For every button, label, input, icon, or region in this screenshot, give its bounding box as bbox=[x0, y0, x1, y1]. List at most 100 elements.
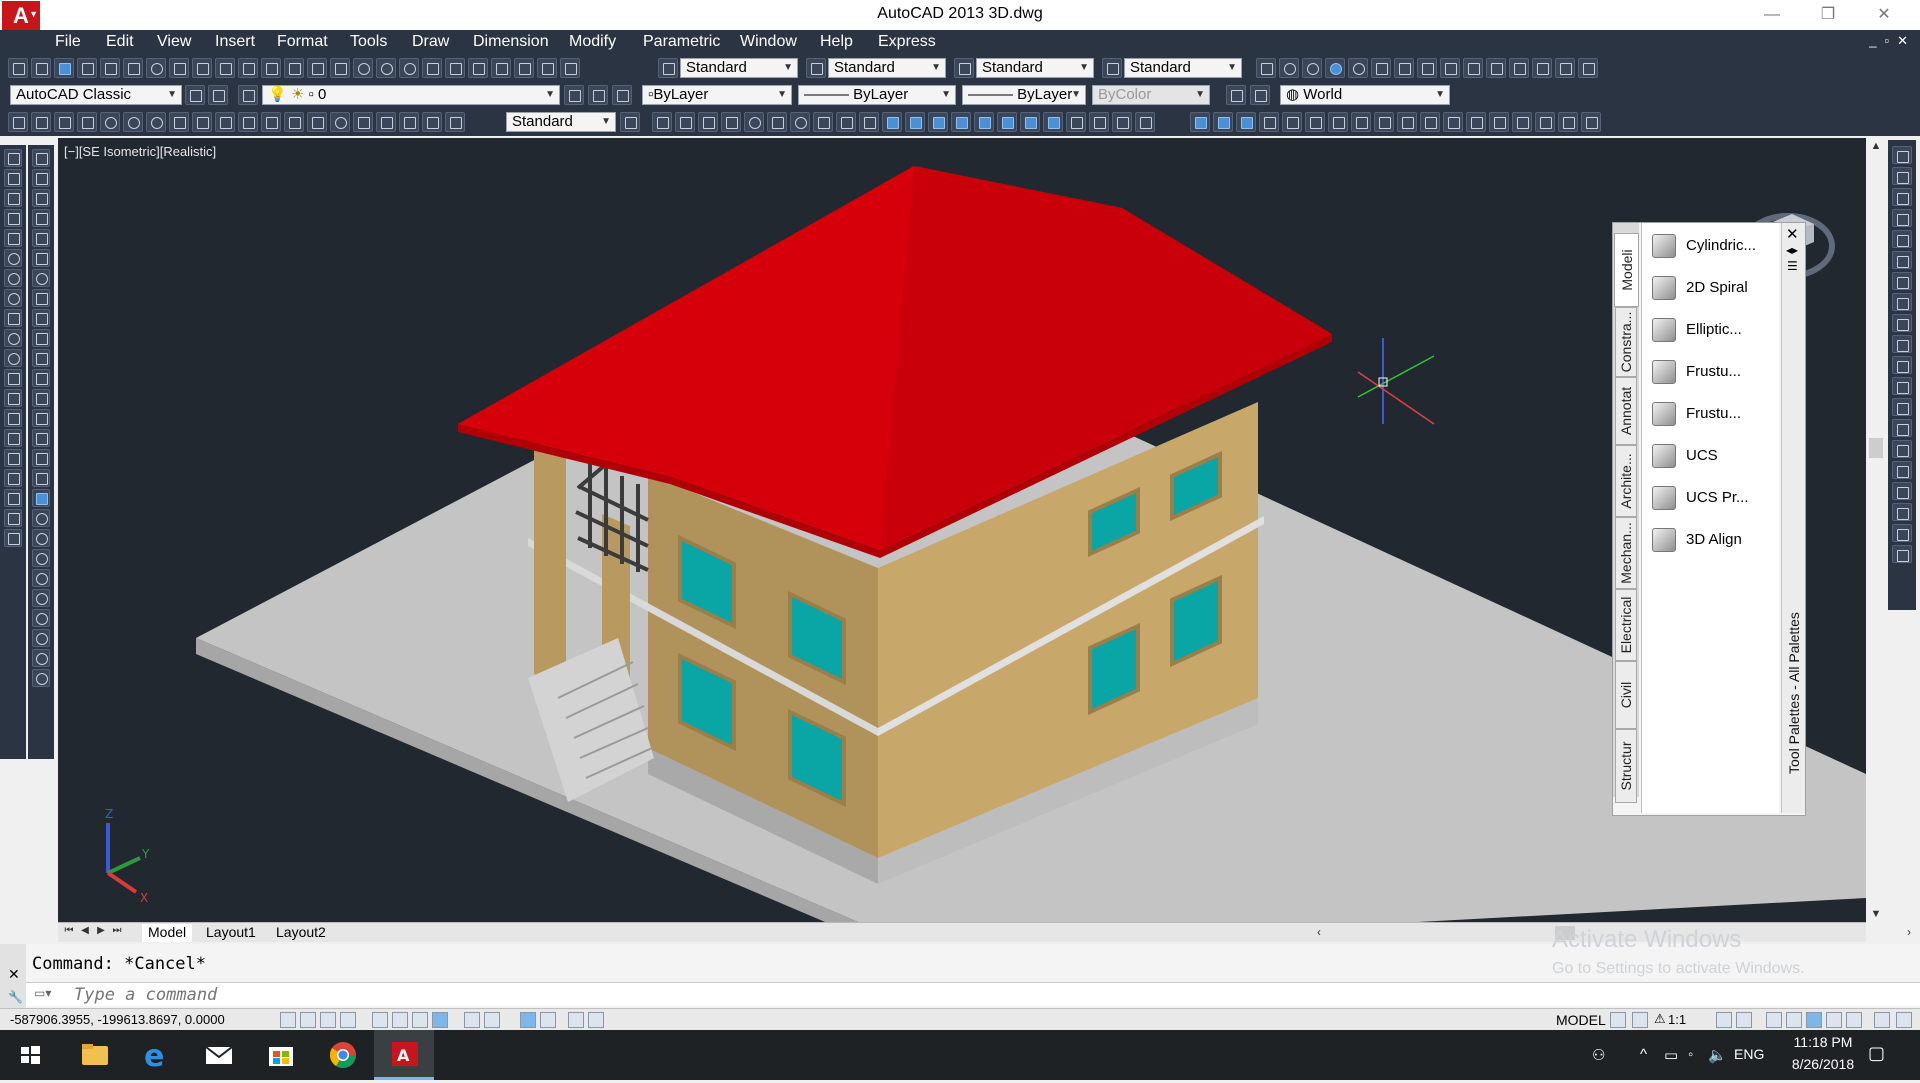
menu-insert[interactable]: Insert bbox=[215, 33, 255, 51]
polysolid-icon[interactable] bbox=[652, 112, 672, 132]
open-icon[interactable] bbox=[31, 58, 51, 78]
cone-icon[interactable] bbox=[721, 112, 741, 132]
tab-model[interactable]: Model bbox=[142, 924, 193, 942]
block-editor-icon[interactable] bbox=[261, 58, 281, 78]
arc-length-icon[interactable] bbox=[54, 112, 74, 132]
chevron-left-icon[interactable]: ‹ bbox=[1317, 925, 1321, 939]
hardware-acceleration-icon[interactable] bbox=[1806, 1012, 1822, 1028]
polygon-icon[interactable] bbox=[4, 209, 22, 227]
zoom-in-icon[interactable] bbox=[32, 609, 50, 627]
break-object-icon[interactable] bbox=[32, 389, 50, 407]
dim-style-select-2[interactable]: Standard ▼ bbox=[506, 112, 616, 132]
match-properties-icon[interactable] bbox=[238, 58, 258, 78]
gradient-icon[interactable] bbox=[4, 449, 22, 467]
customize-icon[interactable] bbox=[208, 85, 228, 105]
close-icon[interactable]: ✕ bbox=[1786, 225, 1799, 243]
ellipse-icon[interactable] bbox=[4, 329, 22, 347]
quick-dim-icon[interactable] bbox=[192, 112, 212, 132]
dim-edit-icon[interactable] bbox=[399, 112, 419, 132]
orbit-icon[interactable] bbox=[1892, 398, 1912, 416]
sw-iso-icon[interactable] bbox=[1892, 293, 1912, 311]
scroll-thumb[interactable] bbox=[1869, 438, 1883, 458]
file-explorer-button[interactable] bbox=[64, 1030, 124, 1080]
zoom-object-icon[interactable] bbox=[32, 589, 50, 607]
copy-faces-icon[interactable] bbox=[1397, 112, 1417, 132]
extrude-icon[interactable] bbox=[882, 112, 902, 132]
sun-icon[interactable] bbox=[1532, 58, 1552, 78]
hidden-icon[interactable] bbox=[1302, 58, 1322, 78]
dynamic-input-toggle[interactable] bbox=[484, 1012, 500, 1028]
new-icon[interactable] bbox=[8, 58, 28, 78]
menu-file[interactable]: File bbox=[55, 33, 81, 51]
text-style-select[interactable]: Standard ▼ bbox=[680, 58, 798, 78]
quickcalc-icon[interactable] bbox=[537, 58, 557, 78]
point-icon[interactable] bbox=[4, 409, 22, 427]
inspection-icon[interactable] bbox=[353, 112, 373, 132]
markup-icon[interactable] bbox=[514, 58, 534, 78]
layer-previous-icon[interactable] bbox=[588, 85, 608, 105]
3d-align-icon[interactable] bbox=[1112, 112, 1132, 132]
mail-button[interactable] bbox=[188, 1030, 248, 1080]
ucs-previous-icon[interactable] bbox=[1250, 85, 1270, 105]
notifications-icon[interactable]: ▢ bbox=[1868, 1043, 1885, 1064]
rectangle-icon[interactable] bbox=[4, 229, 22, 247]
workspace-switching-icon[interactable] bbox=[1766, 1012, 1782, 1028]
front-view-icon[interactable] bbox=[1892, 251, 1912, 269]
selection-cycling-toggle[interactable] bbox=[588, 1012, 604, 1028]
status-menu-icon[interactable] bbox=[1874, 1012, 1890, 1028]
palette-tab-architectural[interactable]: Archite... bbox=[1615, 445, 1637, 517]
chamfer-icon[interactable] bbox=[32, 429, 50, 447]
offset-icon[interactable] bbox=[32, 209, 50, 227]
tab-layout1[interactable]: Layout1 bbox=[200, 924, 262, 942]
back-view-icon[interactable] bbox=[1892, 272, 1912, 290]
stretch-icon[interactable] bbox=[32, 309, 50, 327]
start-button[interactable] bbox=[0, 1030, 60, 1080]
linetype-select[interactable]: ——— ByLayer ▼ bbox=[798, 85, 956, 105]
layer-select[interactable]: 💡 ☀ ▫ 0 ▼ bbox=[262, 85, 560, 105]
dim-update-icon[interactable] bbox=[445, 112, 465, 132]
object-snap-tracking-toggle[interactable] bbox=[432, 1012, 448, 1028]
help-icon[interactable] bbox=[560, 58, 580, 78]
palette-tool-ucs[interactable]: UCS bbox=[1650, 439, 1778, 473]
3d-array-icon[interactable] bbox=[1135, 112, 1155, 132]
pan-icon[interactable] bbox=[330, 58, 350, 78]
quick-view-drawings-icon[interactable] bbox=[1632, 1012, 1648, 1028]
zoom-window-2-icon[interactable] bbox=[32, 509, 50, 527]
dim-style-select[interactable]: Standard ▼ bbox=[828, 58, 946, 78]
baseline-icon[interactable] bbox=[215, 112, 235, 132]
ellipse-arc-icon[interactable] bbox=[4, 349, 22, 367]
palette-tab-constraints[interactable]: Constra... bbox=[1615, 307, 1637, 377]
add-selected-icon[interactable] bbox=[4, 529, 22, 547]
viewport-vertical-scrollbar[interactable]: ▲ ▼ bbox=[1866, 138, 1886, 922]
radius-icon[interactable] bbox=[100, 112, 120, 132]
zoom-window-icon[interactable] bbox=[376, 58, 396, 78]
previous-layout-icon[interactable]: ◀ bbox=[78, 925, 92, 939]
ucs-world-icon[interactable] bbox=[1892, 419, 1912, 437]
box-icon[interactable] bbox=[675, 112, 695, 132]
separate-icon[interactable] bbox=[1535, 112, 1555, 132]
menu-tools[interactable]: Tools bbox=[350, 33, 387, 51]
section-icon[interactable] bbox=[1555, 58, 1575, 78]
menu-window[interactable]: Window bbox=[740, 33, 797, 51]
subtract-2-icon[interactable] bbox=[1213, 112, 1233, 132]
rotate-icon[interactable] bbox=[32, 269, 50, 287]
union-icon[interactable] bbox=[997, 112, 1017, 132]
explode-icon[interactable] bbox=[32, 489, 50, 507]
wireframe-icon[interactable] bbox=[1279, 58, 1299, 78]
conceptual-icon[interactable] bbox=[1348, 58, 1368, 78]
zoom-previous-icon[interactable] bbox=[399, 58, 419, 78]
auto-hide-icon[interactable]: ◂▸ bbox=[1786, 243, 1798, 257]
imprint-icon[interactable] bbox=[1489, 112, 1509, 132]
fillet-icon[interactable] bbox=[32, 449, 50, 467]
mirror-icon[interactable] bbox=[32, 189, 50, 207]
isolate-objects-icon[interactable] bbox=[1826, 1012, 1842, 1028]
space-icon[interactable] bbox=[261, 112, 281, 132]
properties-icon[interactable] bbox=[422, 58, 442, 78]
last-layout-icon[interactable]: ⏭ bbox=[110, 925, 124, 939]
paste-icon[interactable] bbox=[215, 58, 235, 78]
tool-palettes-icon[interactable] bbox=[468, 58, 488, 78]
command-line-handle[interactable]: ✕ 🔧 bbox=[0, 944, 26, 1008]
menu-edit[interactable]: Edit bbox=[106, 33, 134, 51]
edge-browser-button[interactable]: e bbox=[126, 1030, 186, 1080]
design-center-icon[interactable] bbox=[445, 58, 465, 78]
